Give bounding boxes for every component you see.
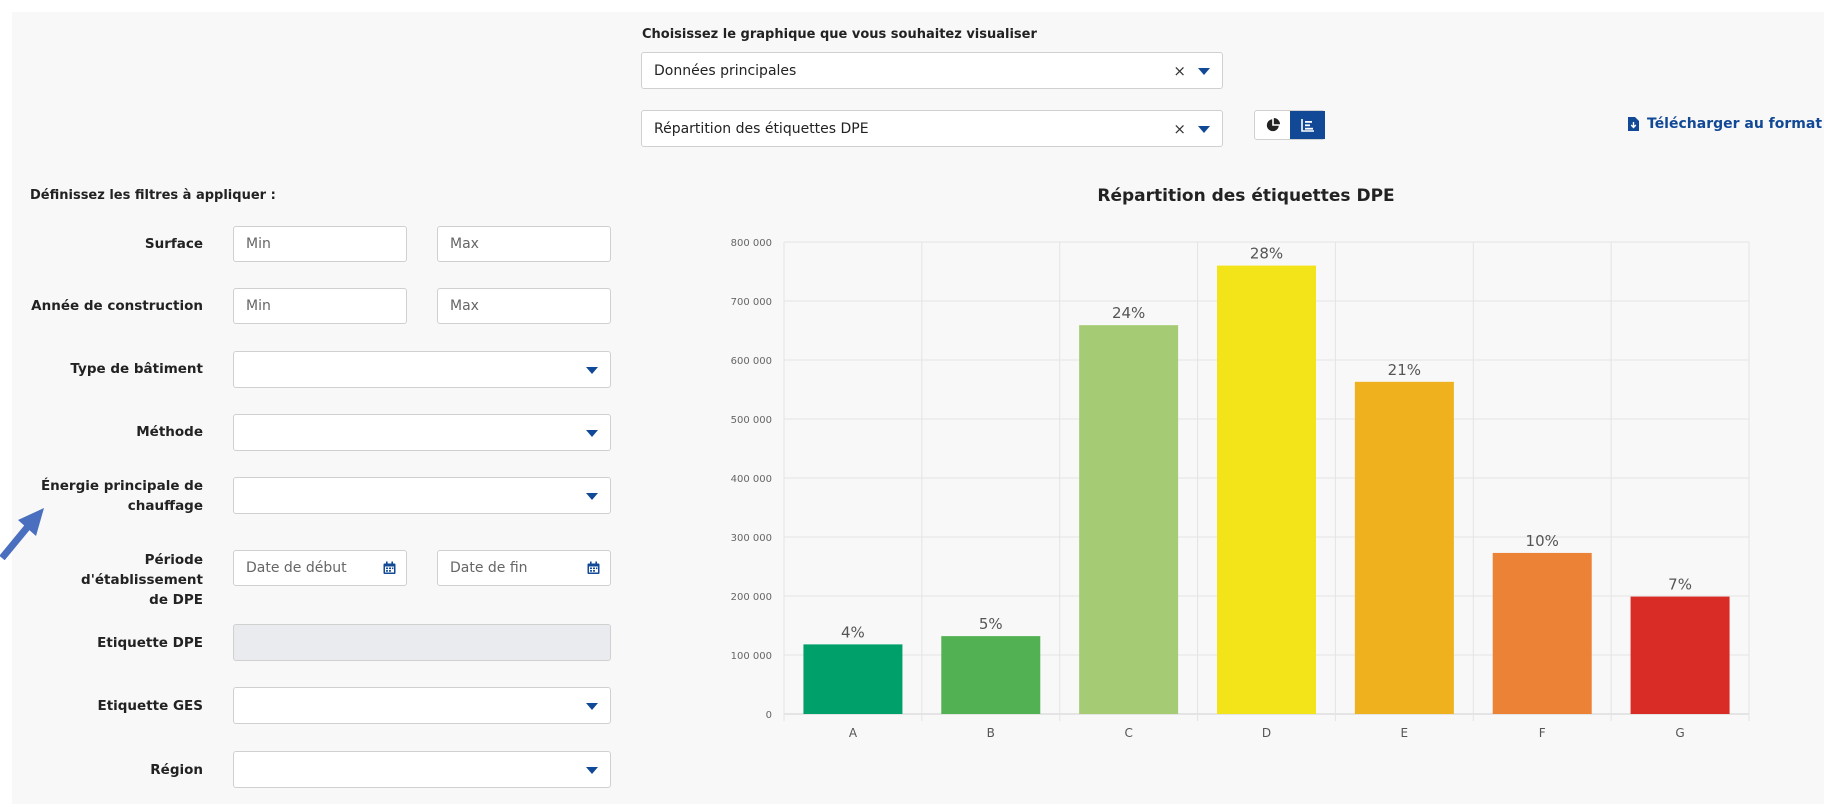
energie-label-line1: Énergie principale de xyxy=(40,478,203,494)
annee-min-input[interactable]: Min xyxy=(233,288,407,324)
date-start-input[interactable]: Date de début xyxy=(233,550,407,586)
annee-max-input[interactable]: Max xyxy=(437,288,611,324)
methode-label: Méthode xyxy=(136,424,203,440)
chevron-down-icon[interactable] xyxy=(586,702,598,710)
chevron-down-icon[interactable] xyxy=(1198,125,1210,133)
calendar-icon[interactable] xyxy=(587,561,600,575)
energie-label: Énergie principale de chauffage xyxy=(28,476,203,516)
download-csv-label: Télécharger au format CSV xyxy=(1647,116,1824,132)
etiquette-dpe-label: Etiquette DPE xyxy=(97,635,203,651)
chart-type-select[interactable]: Répartition des étiquettes DPE × xyxy=(641,110,1223,147)
dataset-select-value: Données principales xyxy=(654,62,797,79)
surface-max-placeholder: Max xyxy=(450,236,479,252)
etiquette-ges-select[interactable] xyxy=(233,687,611,724)
region-label: Région xyxy=(150,762,203,778)
surface-max-input[interactable]: Max xyxy=(437,226,611,262)
chevron-down-icon[interactable] xyxy=(586,766,598,774)
surface-min-input[interactable]: Min xyxy=(233,226,407,262)
download-csv-link[interactable]: Télécharger au format CSV xyxy=(1628,116,1824,132)
energie-label-line2: chauffage xyxy=(127,498,203,514)
methode-select[interactable] xyxy=(233,414,611,451)
annee-min-placeholder: Min xyxy=(246,298,271,314)
chart-type-select-value: Répartition des étiquettes DPE xyxy=(654,120,869,137)
type-batiment-select[interactable] xyxy=(233,351,611,388)
pie-view-button[interactable] xyxy=(1255,111,1290,139)
bar-view-button[interactable] xyxy=(1290,111,1325,139)
bar-chart-icon xyxy=(1300,119,1314,132)
calendar-icon[interactable] xyxy=(383,561,396,575)
filters-title: Définissez les filtres à appliquer : xyxy=(30,188,276,203)
periode-label-line1: Période d'établissement xyxy=(81,552,203,588)
periode-label: Période d'établissement de DPE xyxy=(28,550,203,610)
chevron-down-icon[interactable] xyxy=(586,366,598,374)
annotation-arrow-icon xyxy=(0,508,44,560)
file-download-icon xyxy=(1628,117,1639,131)
region-select[interactable] xyxy=(233,751,611,788)
dataset-select[interactable]: Données principales × xyxy=(641,52,1223,89)
chevron-down-icon[interactable] xyxy=(586,492,598,500)
clear-chart-type-icon[interactable]: × xyxy=(1173,120,1186,138)
chart-title: Répartition des étiquettes DPE xyxy=(1097,186,1395,206)
date-end-input[interactable]: Date de fin xyxy=(437,550,611,586)
etiquette-ges-label: Etiquette GES xyxy=(97,698,203,714)
etiquette-dpe-select xyxy=(233,624,611,661)
annee-max-placeholder: Max xyxy=(450,298,479,314)
annee-label: Année de construction xyxy=(31,298,203,314)
chart-selector-label: Choisissez le graphique que vous souhait… xyxy=(642,27,1037,42)
date-end-placeholder: Date de fin xyxy=(450,560,528,576)
type-batiment-label: Type de bâtiment xyxy=(70,361,203,377)
energie-select[interactable] xyxy=(233,477,611,514)
pie-chart-icon xyxy=(1266,118,1280,132)
surface-min-placeholder: Min xyxy=(246,236,271,252)
periode-label-line2: de DPE xyxy=(149,592,203,608)
surface-label: Surface xyxy=(144,236,203,252)
date-start-placeholder: Date de début xyxy=(246,560,347,576)
chevron-down-icon[interactable] xyxy=(586,429,598,437)
chevron-down-icon[interactable] xyxy=(1198,67,1210,75)
clear-dataset-icon[interactable]: × xyxy=(1173,62,1186,80)
chart-view-toggle xyxy=(1254,110,1325,140)
